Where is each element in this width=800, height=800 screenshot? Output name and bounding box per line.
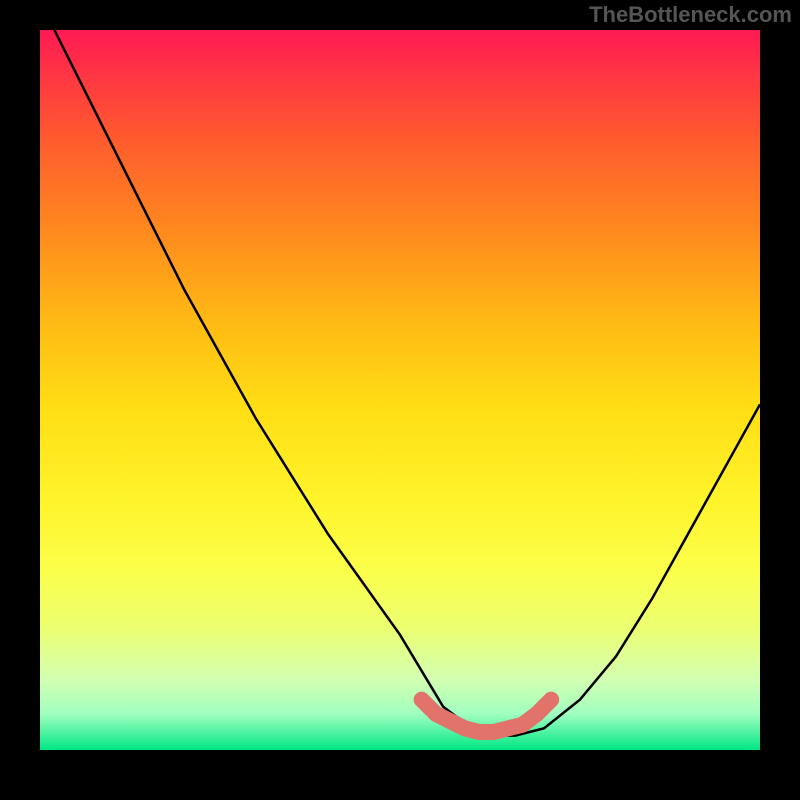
watermark-text: TheBottleneck.com xyxy=(589,2,792,28)
chart-svg xyxy=(40,30,760,750)
plot-area xyxy=(40,30,760,750)
bottleneck-curve xyxy=(54,30,760,736)
